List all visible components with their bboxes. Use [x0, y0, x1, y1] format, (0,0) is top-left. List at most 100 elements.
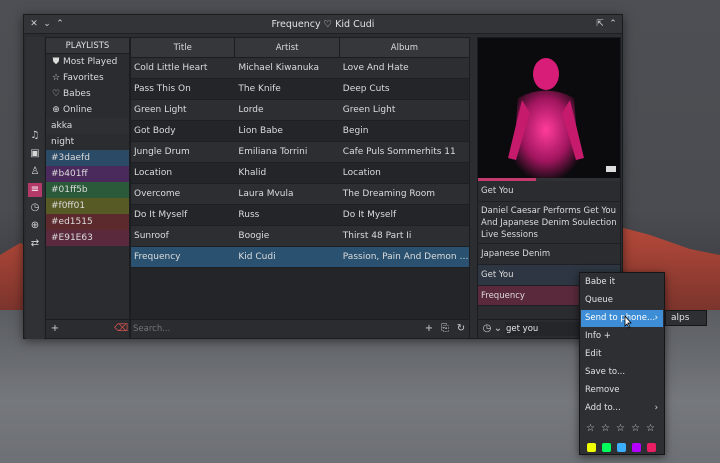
- tracks-table: Title Artist Album Cold Little Heart Mich…: [130, 37, 470, 339]
- menu-item-label: Send to phone...: [585, 313, 656, 323]
- result-item[interactable]: Get You: [478, 181, 620, 202]
- artist-icon[interactable]: ♙: [28, 165, 42, 179]
- album-icon[interactable]: ▣: [28, 147, 42, 161]
- rating-star-icon[interactable]: ☆: [616, 423, 625, 434]
- table-row[interactable]: Location Khalid Location: [131, 163, 469, 184]
- playlists-panel: PLAYLISTS ⛊ Most Played ☆ Favorites ♡ Babes…: [45, 37, 130, 339]
- globe-icon[interactable]: ⊕: [28, 219, 42, 233]
- playlist-favorites[interactable]: ☆ Favorites: [46, 70, 129, 86]
- clock-icon[interactable]: ◷: [28, 201, 42, 215]
- cell-artist: Laura Mvula: [238, 189, 294, 199]
- rating-star-icon[interactable]: ☆: [586, 423, 595, 434]
- menu-item-queue[interactable]: Queue: [581, 292, 663, 309]
- playlists-footer: + ⌫: [46, 319, 129, 338]
- result-item[interactable]: Japanese Denim: [478, 244, 620, 265]
- menu-item-send-to-phone[interactable]: Send to phone... ›: [581, 310, 663, 327]
- table-row[interactable]: Green Light Lorde Green Light: [131, 100, 469, 121]
- cell-artist: Lion Babe: [238, 126, 283, 136]
- playlist-label: Babes: [63, 89, 91, 99]
- album-cover: [478, 38, 620, 178]
- playlist-tag-red[interactable]: #ed1515: [46, 214, 129, 230]
- playlist-tag-purple[interactable]: #b401ff: [46, 166, 129, 182]
- rating-star-icon[interactable]: ☆: [601, 423, 610, 434]
- playlist-item[interactable]: night: [46, 134, 129, 150]
- color-tag-yellow[interactable]: [587, 443, 596, 452]
- chevron-right-icon: ›: [654, 403, 658, 413]
- column-title[interactable]: Title: [131, 38, 236, 58]
- playlist-item[interactable]: akka: [46, 118, 129, 134]
- menu-item-babe-it[interactable]: Babe it: [581, 274, 663, 291]
- titlebar: ✕ ⌄ ⌃ Frequency ♡ Kid Cudi ⇱ ⌃: [24, 15, 622, 34]
- table-row[interactable]: Cold Little Heart Michael Kiwanuka Love An…: [131, 58, 469, 79]
- cell-album: Location: [342, 168, 381, 178]
- playlist-babes[interactable]: ♡ Babes: [46, 86, 129, 102]
- cell-album: Love And Hate: [342, 63, 409, 73]
- cell-title: Do It Myself: [134, 210, 188, 220]
- color-tag-pink[interactable]: [647, 443, 656, 452]
- music-note-icon[interactable]: ♫: [28, 129, 42, 143]
- playlist-icon[interactable]: ≡: [28, 183, 42, 197]
- menu-item-save-to[interactable]: Save to...: [581, 364, 663, 381]
- playlist-label: Online: [63, 105, 93, 115]
- playlist-most-played[interactable]: ⛊ Most Played: [46, 54, 129, 70]
- trash-icon[interactable]: ⌫: [114, 323, 128, 335]
- menu-item-add-to[interactable]: Add to... ›: [581, 400, 663, 417]
- table-body: Cold Little Heart Michael Kiwanuka Love An…: [131, 58, 469, 268]
- cell-album: Passion, Pain And Demon Slay…: [342, 252, 469, 262]
- sliders-icon[interactable]: ⇄: [28, 237, 42, 251]
- playlist-tag-blue[interactable]: #3daefd: [46, 150, 129, 166]
- color-tag-blue[interactable]: [617, 443, 626, 452]
- table-row[interactable]: Pass This On The Knife Deep Cuts: [131, 79, 469, 100]
- mouse-cursor-icon: [624, 315, 632, 329]
- submenu-item-alps[interactable]: alps: [671, 313, 689, 323]
- rating-star-icon[interactable]: ☆: [646, 423, 655, 434]
- menu-item-remove[interactable]: Remove: [581, 382, 663, 399]
- cell-album: Green Light: [342, 105, 396, 115]
- cell-title: Pass This On: [134, 84, 191, 94]
- cell-artist: Boogie: [238, 231, 270, 241]
- column-artist[interactable]: Artist: [235, 38, 340, 58]
- table-row[interactable]: Sunroof Boogie Thirst 48 Part Ii: [131, 226, 469, 247]
- color-tag-green[interactable]: [602, 443, 611, 452]
- result-item[interactable]: Daniel Caesar Performs Get You And Japan…: [478, 202, 620, 244]
- cell-album: Begin: [342, 126, 369, 136]
- playlist-tag-green[interactable]: #01ff5b: [46, 182, 129, 198]
- menu-item-edit[interactable]: Edit: [581, 346, 663, 363]
- cell-artist: Kid Cudi: [238, 252, 276, 262]
- send-to-submenu: alps: [665, 310, 707, 326]
- cell-title: Frequency: [134, 252, 181, 262]
- cell-artist: Emiliana Torrini: [238, 147, 308, 157]
- cell-album: Cafe Puls Sommerhits 11: [342, 147, 456, 157]
- view-switcher-bar: ♫ ▣ ♙ ≡ ◷ ⊕ ⇄: [26, 37, 44, 339]
- chevron-down-icon[interactable]: ⌄: [492, 323, 504, 335]
- table-row[interactable]: Overcome Laura Mvula The Dreaming Room: [131, 184, 469, 205]
- cell-album: Deep Cuts: [342, 84, 390, 94]
- star-icon: ☆: [51, 73, 61, 83]
- cell-artist: The Knife: [238, 84, 281, 94]
- save-icon[interactable]: ⎘: [439, 323, 451, 335]
- table-row[interactable]: Got Body Lion Babe Begin: [131, 121, 469, 142]
- add-playlist-icon[interactable]: +: [49, 323, 61, 335]
- table-row-selected[interactable]: Frequency Kid Cudi Passion, Pain And Demon…: [131, 247, 469, 268]
- cell-artist: Michael Kiwanuka: [238, 63, 319, 73]
- table-row[interactable]: Jungle Drum Emiliana Torrini Cafe Puls Som…: [131, 142, 469, 163]
- cell-album: Do It Myself: [342, 210, 397, 220]
- keep-above-icon[interactable]: ⇱: [594, 18, 606, 30]
- playlist-tag-yellow[interactable]: #f0ff01: [46, 198, 129, 214]
- column-album[interactable]: Album: [340, 38, 469, 58]
- maximize-icon[interactable]: ⌃: [607, 18, 619, 30]
- table-row[interactable]: Do It Myself Russ Do It Myself: [131, 205, 469, 226]
- cell-album: Thirst 48 Part Ii: [342, 231, 412, 241]
- search-input[interactable]: [133, 324, 413, 334]
- playlist-label: Most Played: [63, 57, 118, 67]
- menu-item-info[interactable]: Info +: [581, 328, 663, 345]
- globe-icon: ⊕: [52, 105, 60, 115]
- color-tag-purple[interactable]: [632, 443, 641, 452]
- playlist-tag-pink[interactable]: #E91E63: [46, 230, 129, 246]
- window-title: Frequency ♡ Kid Cudi: [271, 19, 375, 30]
- add-icon[interactable]: +: [423, 323, 435, 335]
- chevron-right-icon: ›: [654, 313, 658, 323]
- rating-star-icon[interactable]: ☆: [631, 423, 640, 434]
- playlist-online[interactable]: ⊕ Online: [46, 102, 129, 118]
- refresh-icon[interactable]: ↻: [455, 323, 467, 335]
